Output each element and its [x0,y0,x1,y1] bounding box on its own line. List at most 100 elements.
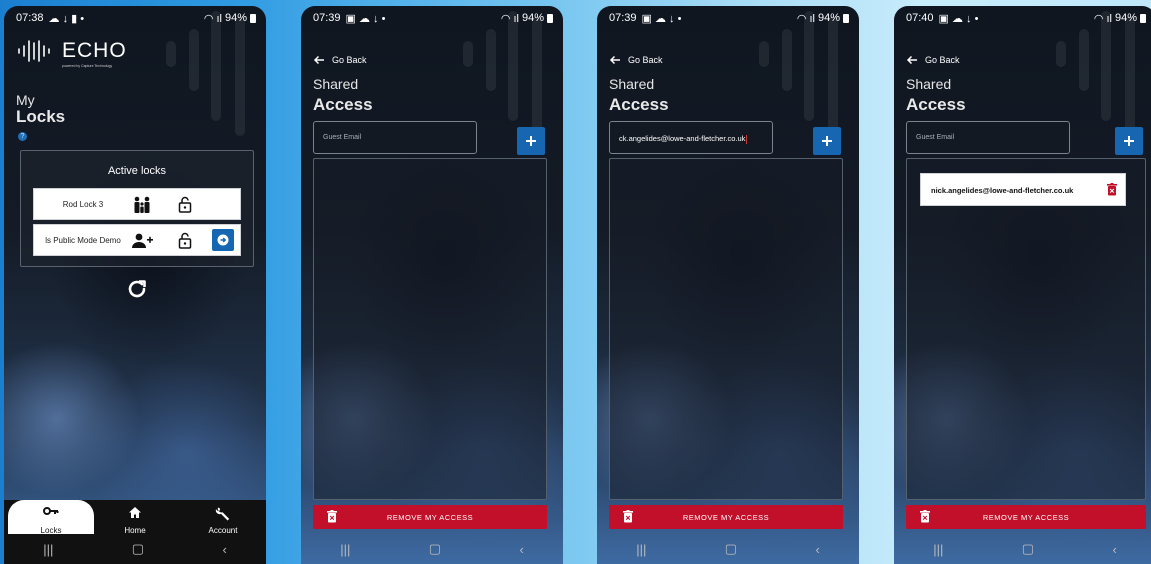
remove-my-access-label: REMOVE MY ACCESS [386,512,474,522]
arrow-left-icon [906,55,917,65]
remove-my-access-label: REMOVE MY ACCESS [982,512,1070,522]
system-navigation-bar: ||| ▢ ‹ [4,534,266,564]
wifi-signal-icon: ◠ ıl [500,12,519,25]
brand-logo: ECHO powered by Capture Technology [16,39,127,68]
guest-email-value: ck.angelides@lowe-and-fletcher.co.uk [619,134,746,143]
wrench-icon [180,506,266,522]
padlock-open-icon[interactable] [178,232,192,251]
status-bar: 07:38 ☁ ↓ ▮ • ◠ ıl 94% [4,6,266,30]
battery-icon [1140,13,1146,23]
refresh-icon[interactable] [126,278,148,305]
add-guest-button[interactable] [1115,127,1143,155]
page-title-line2: Access [609,95,669,114]
page-title-line1: Shared [906,76,952,92]
battery-icon [547,13,553,23]
text-cursor [746,134,748,144]
home-icon [92,506,178,519]
brand-tagline: powered by Capture Technology [62,64,113,68]
go-back-button[interactable]: Go Back [906,55,960,65]
lock-name: Rod Lock 3 [62,200,104,209]
home-button-icon[interactable]: ▢ [429,541,441,557]
home-button-icon[interactable]: ▢ [132,541,144,557]
remove-my-access-label: REMOVE MY ACCESS [682,512,770,522]
back-chevron-icon[interactable]: ‹ [222,542,226,557]
recent-apps-icon[interactable]: ||| [340,542,350,557]
key-icon [8,506,94,516]
battery-level: 94% [521,12,544,24]
remove-my-access-button[interactable]: REMOVE MY ACCESS [906,505,1146,529]
status-bar: 07:39 ▣ ☁ ↓ • ◠ ıl 94% [597,6,859,30]
notification-icons: ▣ ☁ ↓ • [641,12,682,25]
remove-my-access-button[interactable]: REMOVE MY ACCESS [313,505,547,529]
guest-list [609,158,843,500]
status-time: 07:40 [906,12,934,24]
echo-waveform-icon [18,40,50,62]
go-back-label: Go Back [925,55,960,65]
help-icon[interactable]: ? [18,132,27,141]
status-bar: 07:39 ▣ ☁ ↓ • ◠ ıl 94% [301,6,563,30]
recent-apps-icon[interactable]: ||| [636,542,646,557]
go-back-label: Go Back [628,55,663,65]
brand-name: ECHO [62,39,127,62]
status-time: 07:38 [16,12,44,24]
plus-icon [1124,136,1134,146]
recent-apps-icon[interactable]: ||| [43,542,53,557]
system-navigation-bar: ||| ▢ ‹ [597,534,859,564]
status-bar: 07:40 ▣ ☁ ↓ • ◠ ıl 94% [894,6,1151,30]
home-button-icon[interactable]: ▢ [725,541,737,557]
phone-screen-my-locks: 07:38 ☁ ↓ ▮ • ◠ ıl 94% ECHO powered by C… [4,6,266,564]
arrow-left-icon [313,55,324,65]
notification-icons: ▣ ☁ ↓ • [345,12,386,25]
page-title-line1: Shared [609,76,655,92]
page-title-line1: My [16,92,35,108]
remove-my-access-button[interactable]: REMOVE MY ACCESS [609,505,843,529]
padlock-open-icon[interactable] [178,196,192,215]
page-title-line1: Shared [313,76,359,92]
battery-icon [250,13,256,23]
system-navigation-bar: ||| ▢ ‹ [301,534,563,564]
wifi-signal-icon: ◠ ıl [203,12,222,25]
back-chevron-icon[interactable]: ‹ [519,542,523,557]
battery-level: 94% [1114,12,1137,24]
battery-level: 94% [817,12,840,24]
go-back-button[interactable]: Go Back [609,55,663,65]
notification-icons: ☁ ↓ ▮ • [48,12,85,25]
guest-list [313,158,547,500]
recent-apps-icon[interactable]: ||| [933,542,943,557]
guest-email-input[interactable]: Guest Email [313,121,477,154]
status-time: 07:39 [313,12,341,24]
add-guest-button[interactable] [517,127,545,155]
battery-icon [843,13,849,23]
wifi-signal-icon: ◠ ıl [796,12,815,25]
phone-screen-shared-access-empty: 07:39 ▣ ☁ ↓ • ◠ ıl 94% Go Back Shared Ac… [301,6,563,564]
lock-row[interactable]: Rod Lock 3 [33,188,241,220]
delete-guest-icon[interactable] [1107,183,1117,198]
back-chevron-icon[interactable]: ‹ [815,542,819,557]
lock-name: ls Public Mode Demo [45,236,121,245]
lock-row[interactable]: ls Public Mode Demo [33,224,241,256]
page-title-line2: Access [313,95,373,114]
wifi-signal-icon: ◠ ıl [1093,12,1112,25]
add-person-icon [132,232,154,252]
notification-icons: ▣ ☁ ↓ • [938,12,979,25]
back-chevron-icon[interactable]: ‹ [1112,542,1116,557]
home-button-icon[interactable]: ▢ [1022,541,1034,557]
page-title-line2: Access [906,95,966,114]
battery-level: 94% [224,12,247,24]
active-locks-panel: Active locks Rod Lock 3 ls Public Mode D… [20,150,254,267]
family-icon [132,196,152,216]
arrow-right-circle-icon[interactable] [212,229,234,251]
phone-screen-shared-access-typing: 07:39 ▣ ☁ ↓ • ◠ ıl 94% Go Back Shared Ac… [597,6,859,564]
go-back-label: Go Back [332,55,367,65]
add-guest-button[interactable] [813,127,841,155]
go-back-button[interactable]: Go Back [313,55,367,65]
guest-list-item: nick.angelides@lowe-and-fletcher.co.uk [920,173,1126,206]
page-title-line2: Locks [16,107,66,126]
guest-email-input[interactable]: Guest Email [906,121,1070,154]
status-time: 07:39 [609,12,637,24]
panel-title: Active locks [107,165,167,177]
phone-screen-shared-access-added: 07:40 ▣ ☁ ↓ • ◠ ıl 94% Go Back Shared Ac… [894,6,1151,564]
guest-list: nick.angelides@lowe-and-fletcher.co.uk [906,158,1146,500]
guest-email: nick.angelides@lowe-and-fletcher.co.uk [931,186,1074,195]
guest-email-input[interactable]: ck.angelides@lowe-and-fletcher.co.uk [609,121,773,154]
